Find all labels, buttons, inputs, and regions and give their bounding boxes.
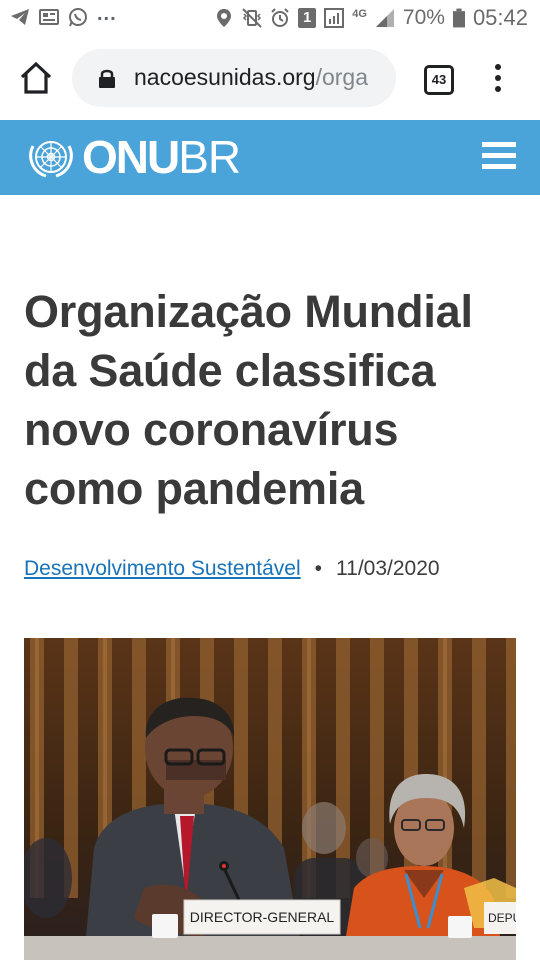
signal-box-icon	[324, 8, 345, 28]
address-bar[interactable]: nacoesunidas.org/orga	[72, 49, 396, 107]
status-bar: ... 1 4G 70% 05:42	[0, 0, 540, 36]
network-type: 4G	[352, 8, 367, 20]
article-date: 11/03/2020	[336, 557, 440, 580]
photo-illustration: DIRECTOR-GENERAL DEPU	[24, 638, 516, 960]
logo-main: ONU	[82, 131, 180, 183]
cell-signal-icon	[375, 9, 394, 27]
tab-switcher-button[interactable]: 43	[424, 65, 454, 95]
site-header: ONUBR	[0, 120, 540, 195]
vibrate-icon	[242, 8, 262, 28]
more-notifications: ...	[97, 2, 117, 25]
news-icon	[39, 9, 59, 25]
home-icon[interactable]	[18, 60, 54, 96]
whatsapp-icon	[69, 8, 87, 27]
system-icons: 1 4G 70% 05:42	[214, 5, 528, 31]
battery-percent: 70%	[402, 6, 445, 29]
un-emblem-icon[interactable]	[26, 136, 76, 180]
article-title: Organização Mundial da Saúde classifica …	[24, 286, 473, 514]
site-logo[interactable]: ONUBR	[82, 130, 241, 184]
article-photo: DIRECTOR-GENERAL DEPU	[24, 638, 516, 960]
browser-menu-icon[interactable]	[490, 64, 506, 94]
nameplate-director: DIRECTOR-GENERAL	[190, 909, 335, 925]
notification-icons: ...	[10, 3, 117, 27]
meta-separator: •	[314, 557, 323, 580]
url-path: /orga	[315, 64, 369, 90]
browser-toolbar: nacoesunidas.org/orga 43	[0, 36, 540, 120]
clock: 05:42	[472, 5, 528, 30]
telegram-icon	[11, 9, 29, 25]
location-icon	[217, 9, 232, 27]
sim-badge: 1	[298, 8, 317, 28]
nameplate-deputy: DEPU	[488, 911, 516, 925]
article-meta: Desenvolvimento Sustentável • 11/03/2020	[24, 557, 440, 581]
menu-icon[interactable]	[482, 142, 516, 174]
url-text[interactable]: nacoesunidas.org/orga	[134, 64, 392, 91]
logo-suffix: BR	[178, 131, 241, 183]
battery-icon	[452, 8, 465, 28]
alarm-icon	[271, 8, 289, 27]
lock-icon[interactable]	[98, 68, 116, 88]
category-link[interactable]: Desenvolvimento Sustentável	[24, 557, 301, 580]
url-domain: nacoesunidas.org	[134, 64, 316, 90]
